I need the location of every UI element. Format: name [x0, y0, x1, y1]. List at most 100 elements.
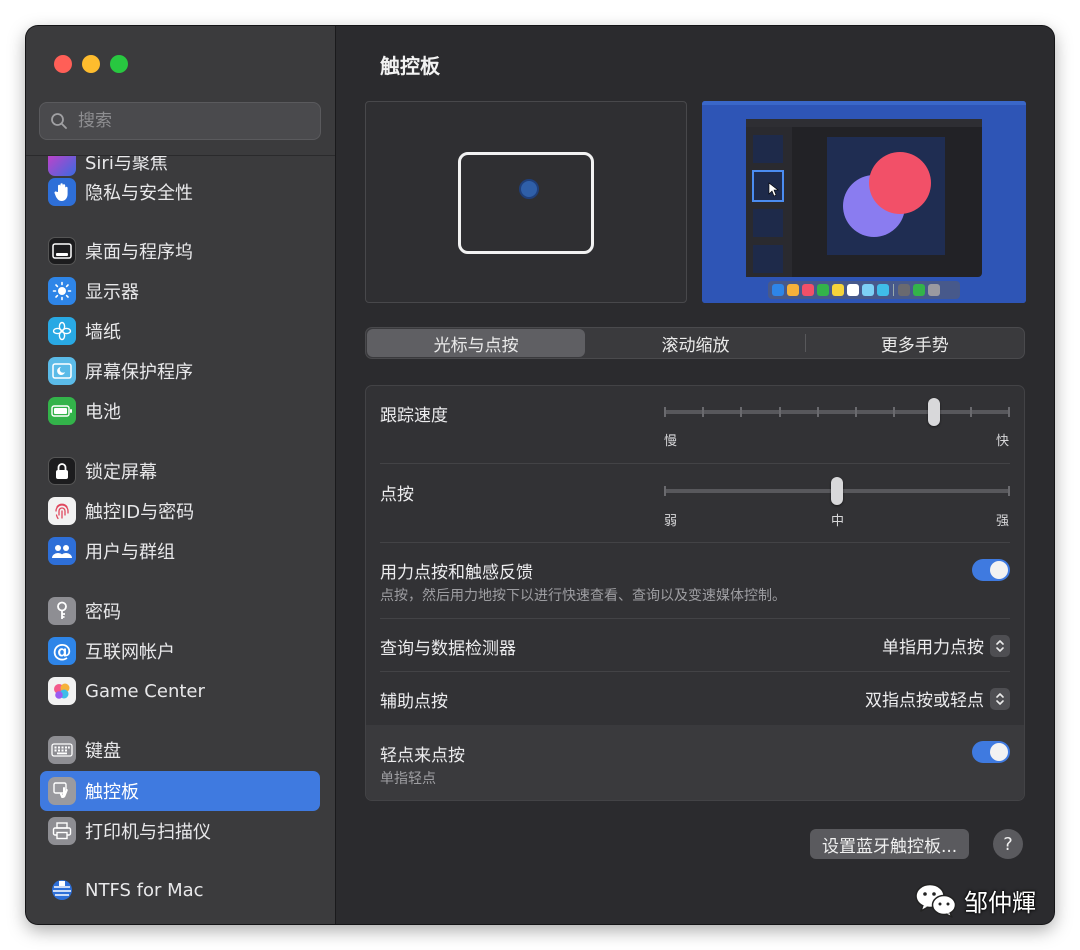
sidebar-item-label: 锁定屏幕 [85, 462, 157, 483]
sidebar-item-privacy[interactable]: 隐私与安全性 [40, 172, 320, 212]
slider-tick [778, 407, 781, 417]
slider-tick [1008, 486, 1010, 496]
battery-icon [48, 397, 76, 425]
game-center-icon [48, 677, 76, 705]
sun-icon [48, 277, 76, 305]
search-field[interactable] [39, 102, 321, 140]
tab-more-gestures[interactable]: 更多手势 [806, 328, 1024, 358]
search-icon [51, 113, 67, 129]
tap-to-click-label: 轻点来点按 [380, 746, 465, 766]
sidebar-item-label: 隐私与安全性 [85, 183, 193, 204]
watermark-text: 邹仲輝 [964, 888, 1036, 917]
sidebar-item-battery[interactable]: 电池 [40, 391, 320, 431]
force-click-label: 用力点按和触感反馈 [380, 563, 533, 583]
force-click-description: 点按，然后用力地按下以进行快速查看、查询以及变速媒体控制。 [380, 588, 786, 604]
sidebar-item-displays[interactable]: 显示器 [40, 271, 320, 311]
finger-tap-indicator [519, 179, 539, 199]
click-medium-label: 中 [831, 514, 845, 529]
sidebar-item-internet-accounts[interactable]: @ 互联网帐户 [40, 631, 320, 671]
printer-icon [48, 817, 76, 845]
sidebar-item-label: 触控板 [85, 782, 139, 803]
sidebar-item-keyboard[interactable]: 键盘 [40, 730, 320, 770]
preview-screen-illustration [702, 101, 1026, 303]
sidebar-item-desktop-dock[interactable]: 桌面与程序坞 [40, 231, 320, 271]
tap-to-click-description: 单指轻点 [380, 771, 436, 787]
sidebar-item-label: 电池 [85, 402, 121, 423]
sidebar-item-label: 键盘 [85, 741, 121, 762]
tracking-speed-knob[interactable] [927, 398, 940, 426]
lookup-label: 查询与数据检测器 [380, 639, 516, 659]
slider-tick [969, 407, 972, 417]
at-icon: @ [48, 637, 76, 665]
slider-tick [664, 407, 666, 417]
tab-bar: 光标与点按 滚动缩放 更多手势 [365, 327, 1025, 359]
tracking-speed-min-label: 慢 [664, 434, 678, 449]
force-click-toggle[interactable] [972, 559, 1010, 581]
click-weak-label: 弱 [664, 514, 678, 529]
secondary-click-label: 辅助点按 [380, 692, 448, 712]
up-down-chevron-icon [990, 634, 1010, 657]
window-controls [54, 55, 128, 73]
trackpad-icon [48, 777, 76, 805]
flower-icon [48, 317, 76, 345]
tab-scroll-zoom[interactable]: 滚动缩放 [586, 328, 804, 358]
wechat-icon [915, 883, 957, 918]
help-button[interactable]: ? [993, 829, 1023, 859]
sidebar-item-label: 密码 [85, 602, 121, 623]
slider-tick [893, 407, 896, 417]
sidebar-item-passwords[interactable]: 密码 [40, 591, 320, 631]
settings-window: Siri与聚焦 隐私与安全性 桌面与程序坞 显示器 墙纸 [26, 26, 1054, 924]
force-click-row: 用力点按和触感反馈 点按，然后用力地按下以进行快速查看、查询以及变速媒体控制。 [366, 543, 1024, 619]
tab-point-click[interactable]: 光标与点按 [367, 329, 586, 357]
tap-to-click-toggle[interactable] [972, 741, 1010, 763]
lookup-row: 查询与数据检测器 单指用力点按 [366, 619, 1024, 671]
click-pressure-knob[interactable] [831, 477, 843, 505]
sidebar-item-touch-id[interactable]: 触控ID与密码 [40, 491, 320, 531]
sidebar-item-label: 显示器 [85, 282, 139, 303]
main-content: 触控板 光标与点按 滚动缩放 更多手势 跟踪速度 慢 快 点按 弱 中 强 用力… [336, 26, 1054, 924]
sidebar-item-ntfs[interactable]: NTFS for Mac [40, 870, 320, 910]
tracking-speed-label: 跟踪速度 [380, 406, 448, 426]
sidebar-item-screensaver[interactable]: 屏幕保护程序 [40, 351, 320, 391]
slider-tick [740, 407, 743, 417]
key-icon [48, 597, 76, 625]
dock-icon [48, 237, 76, 265]
sidebar-item-label: Game Center [85, 680, 205, 702]
tracking-speed-row: 跟踪速度 慢 快 [366, 386, 1024, 464]
page-title: 触控板 [380, 54, 440, 78]
gesture-video-preview [702, 101, 1026, 303]
sidebar-item-label: 屏幕保护程序 [85, 362, 193, 383]
screensaver-icon [48, 357, 76, 385]
zoom-button[interactable] [110, 55, 128, 73]
secondary-click-value: 双指点按或轻点 [865, 691, 984, 711]
click-pressure-slider[interactable] [664, 477, 1010, 505]
close-button[interactable] [54, 55, 72, 73]
secondary-click-row: 辅助点按 双指点按或轻点 [366, 672, 1024, 724]
lookup-popup[interactable]: 单指用力点按 [882, 633, 1010, 658]
click-firm-label: 强 [996, 514, 1010, 529]
lookup-value: 单指用力点按 [882, 638, 984, 658]
sidebar-item-label: 触控ID与密码 [85, 502, 195, 523]
sidebar-item-wallpaper[interactable]: 墙纸 [40, 311, 320, 351]
minimize-button[interactable] [82, 55, 100, 73]
sidebar: Siri与聚焦 隐私与安全性 桌面与程序坞 显示器 墙纸 [26, 26, 336, 924]
trackpad-preview [365, 101, 687, 303]
slider-tick [702, 407, 705, 417]
slider-tick [664, 486, 666, 496]
sidebar-item-trackpad[interactable]: 触控板 [40, 771, 320, 811]
lock-icon [48, 457, 76, 485]
sidebar-item-lock-screen[interactable]: 锁定屏幕 [40, 451, 320, 491]
sidebar-item-users[interactable]: 用户与群组 [40, 531, 320, 571]
click-label: 点按 [380, 485, 414, 505]
secondary-click-popup[interactable]: 双指点按或轻点 [865, 686, 1010, 711]
users-icon [48, 537, 76, 565]
tap-to-click-row: 轻点来点按 单指轻点 [366, 725, 1024, 800]
sidebar-item-printers[interactable]: 打印机与扫描仪 [40, 811, 320, 851]
ntfs-icon [48, 876, 76, 904]
setup-bluetooth-trackpad-button[interactable]: 设置蓝牙触控板... [810, 829, 970, 859]
up-down-chevron-icon [990, 687, 1010, 710]
settings-panel: 跟踪速度 慢 快 点按 弱 中 强 用力点按和触感反馈 点按，然后用力地按下以进… [365, 385, 1025, 801]
tracking-speed-slider[interactable] [664, 398, 1010, 426]
sidebar-item-game-center[interactable]: Game Center [40, 671, 320, 711]
search-input[interactable] [76, 110, 300, 132]
